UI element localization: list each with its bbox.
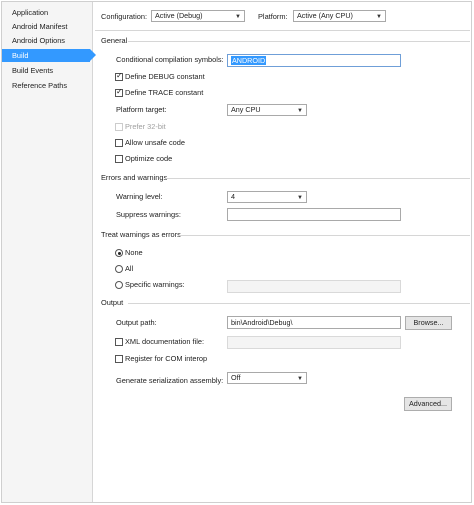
treat-specific-radio[interactable] [115,281,123,289]
platform-dropdown[interactable]: Active (Any CPU) ▼ [293,10,386,22]
output-path-input[interactable]: bin\Android\Debug\ [227,316,401,329]
platform-target-value: Any CPU [231,105,261,114]
prefer32-checkbox[interactable] [115,123,123,131]
chevron-down-icon: ▼ [297,195,303,201]
sidebar-item-reference-paths[interactable]: Reference Paths [2,79,92,92]
sidebar-item-android-options[interactable]: Android Options [2,34,92,47]
treat-none-radio[interactable] [115,249,123,257]
define-trace-checkbox[interactable] [115,87,123,97]
sidebar-item-build-events[interactable]: Build Events [2,64,92,77]
define-debug-checkbox[interactable] [115,71,123,81]
output-path-value: bin\Android\Debug\ [231,318,293,327]
serialization-value: Off [231,373,241,382]
errors-heading: Errors and warnings [101,173,168,182]
configuration-dropdown[interactable]: Active (Debug) ▼ [151,10,245,22]
unsafe-code-checkbox[interactable] [115,139,123,147]
define-debug-label: Define DEBUG constant [125,72,205,81]
optimize-code-label: Optimize code [125,154,173,163]
sidebar-item-build[interactable]: Build [2,49,96,62]
sidebar-item-android-manifest[interactable]: Android Manifest [2,20,92,33]
optimize-code-checkbox[interactable] [115,155,123,163]
platform-label: Platform: [258,12,288,21]
xml-doc-input[interactable] [227,336,401,349]
serialization-label: Generate serialization assembly: [116,376,224,385]
treat-none-label: None [125,248,143,257]
com-interop-checkbox[interactable] [115,355,123,363]
general-separator [128,41,470,42]
output-heading: Output [101,298,124,307]
treat-warnings-heading: Treat warnings as errors [101,230,181,239]
treat-all-label: All [125,264,134,273]
sidebar-item-application[interactable]: Application [2,6,92,19]
symbols-value: ANDROID [231,56,267,65]
serialization-dropdown[interactable]: Off ▼ [227,372,307,384]
define-trace-label: Define TRACE constant [125,88,204,97]
symbols-label: Conditional compilation symbols: [116,55,224,64]
com-interop-label: Register for COM interop [125,354,208,363]
treat-all-radio[interactable] [115,265,123,273]
treat-specific-label: Specific warnings: [125,280,185,289]
xml-doc-label: XML documentation file: [125,337,205,346]
specific-warnings-input[interactable] [227,280,401,293]
chevron-down-icon: ▼ [297,108,303,114]
output-separator [128,303,470,304]
advanced-button[interactable]: Advanced... [404,397,452,411]
unsafe-code-label: Allow unsafe code [125,138,185,147]
prefer32-label: Prefer 32-bit [125,122,166,131]
browse-button[interactable]: Browse... [405,316,452,330]
platform-target-label: Platform target: [116,105,167,114]
xml-doc-checkbox[interactable] [115,338,123,346]
warning-level-label: Warning level: [116,192,163,201]
sidebar: Application Android Manifest Android Opt… [2,2,96,502]
platform-value: Active (Any CPU) [297,11,353,20]
configuration-value: Active (Debug) [155,11,203,20]
errors-separator [166,178,470,179]
warning-level-dropdown[interactable]: 4 ▼ [227,191,307,203]
treat-warnings-separator [178,235,470,236]
chevron-down-icon: ▼ [297,376,303,382]
chevron-down-icon: ▼ [235,14,241,20]
warning-level-value: 4 [231,192,235,201]
top-separator [95,30,470,31]
suppress-warnings-input[interactable] [227,208,401,221]
general-heading: General [101,36,128,45]
configuration-label: Configuration: [101,12,148,21]
chevron-down-icon: ▼ [376,14,382,20]
output-path-label: Output path: [116,318,157,327]
symbols-input[interactable]: ANDROID [227,54,401,67]
platform-target-dropdown[interactable]: Any CPU ▼ [227,104,307,116]
suppress-warnings-label: Suppress warnings: [116,210,181,219]
